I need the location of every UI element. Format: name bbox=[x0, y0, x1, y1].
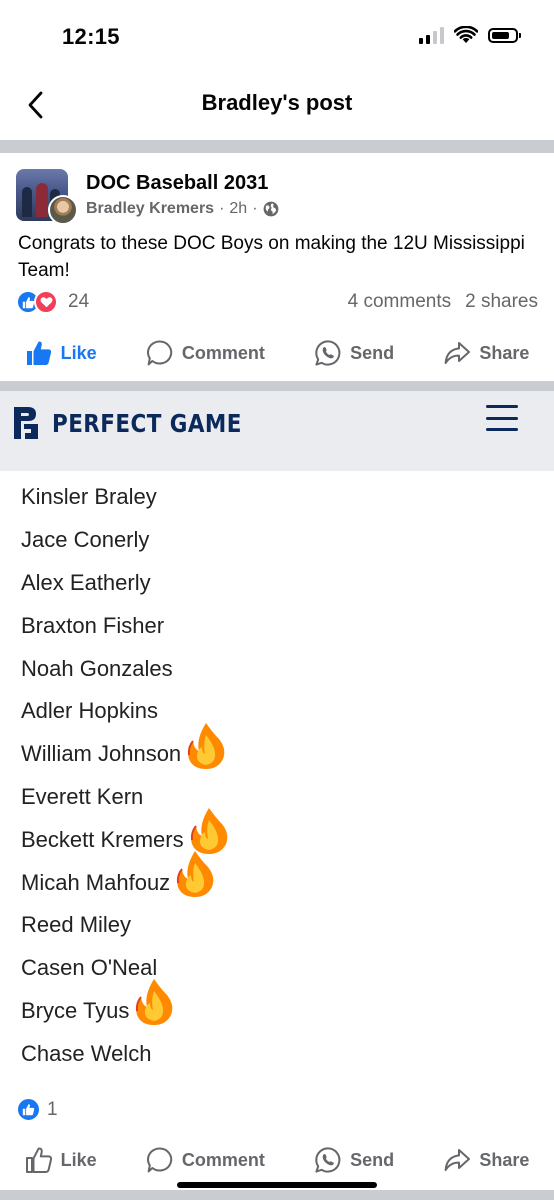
roster-item: Casen O'Neal bbox=[21, 947, 232, 990]
engagement-counts: 4 comments 2 shares bbox=[348, 291, 538, 313]
player-name: Bryce Tyus bbox=[21, 997, 130, 1023]
roster-item: Chase Welch bbox=[21, 1032, 232, 1075]
image-reaction-count: 1 bbox=[47, 1098, 58, 1120]
meta-separator: · bbox=[252, 200, 258, 217]
send-label: Send bbox=[350, 342, 395, 363]
roster-item: William Johnson bbox=[21, 722, 232, 776]
status-icons bbox=[419, 26, 521, 44]
reaction-count: 24 bbox=[68, 291, 90, 312]
meta-separator: · bbox=[219, 200, 225, 217]
group-name[interactable]: DOC Baseball 2031 bbox=[86, 172, 268, 195]
like-icon bbox=[26, 341, 51, 365]
post-text: Congrats to these DOC Boys on making the… bbox=[18, 233, 525, 281]
player-name: Everett Kern bbox=[21, 783, 144, 809]
player-name: Noah Gonzales bbox=[21, 655, 173, 681]
roster-item: Kinsler Braley bbox=[21, 476, 232, 519]
like-reaction-icon bbox=[16, 1097, 41, 1122]
post-action-bar: Like Comment Send Share bbox=[0, 331, 554, 375]
roster-item: Braxton Fisher bbox=[21, 604, 232, 647]
whatsapp-send-icon bbox=[315, 1147, 341, 1173]
share-icon bbox=[444, 1149, 471, 1171]
post-meta: Bradley Kremers · 2h · bbox=[86, 200, 279, 218]
roster-item: Bryce Tyus bbox=[21, 979, 232, 1033]
roster-item: Noah Gonzales bbox=[21, 647, 232, 690]
roster-item: Jace Conerly bbox=[21, 519, 232, 562]
fire-emoji-icon bbox=[131, 977, 177, 1040]
image-action-bar: Like Comment Send Share bbox=[0, 1138, 554, 1182]
post-time[interactable]: 2h bbox=[229, 200, 247, 218]
battery-icon bbox=[488, 27, 521, 43]
comment-count[interactable]: 4 comments bbox=[348, 291, 451, 313]
group-avatar[interactable] bbox=[16, 169, 78, 225]
whatsapp-send-icon bbox=[315, 340, 341, 366]
player-name: Kinsler Braley bbox=[21, 484, 157, 510]
comment-label: Comment bbox=[181, 1149, 265, 1170]
share-icon bbox=[444, 342, 471, 364]
player-name: Jace Conerly bbox=[21, 527, 150, 553]
share-label: Share bbox=[479, 342, 530, 363]
share-button[interactable]: Share bbox=[443, 1146, 529, 1174]
perfect-game-logo: PERFECT GAME bbox=[12, 405, 273, 441]
comment-label: Comment bbox=[181, 342, 265, 363]
like-label: Like bbox=[60, 1149, 97, 1170]
reactions-summary[interactable]: 24 4 comments 2 shares bbox=[16, 288, 538, 318]
like-icon bbox=[25, 1147, 52, 1173]
fire-emoji-icon bbox=[183, 721, 229, 784]
author-avatar bbox=[48, 195, 78, 225]
player-name: Beckett Kremers bbox=[21, 826, 184, 852]
player-name: Reed Miley bbox=[21, 912, 132, 938]
like-button[interactable]: Like bbox=[25, 1146, 97, 1174]
send-label: Send bbox=[350, 1149, 395, 1170]
pg-logo-mark-icon bbox=[14, 407, 38, 439]
player-name: Braxton Fisher bbox=[21, 612, 165, 638]
comment-button[interactable]: Comment bbox=[146, 339, 265, 367]
status-bar: 12:15 bbox=[0, 0, 554, 70]
page-title: Bradley's post bbox=[201, 90, 353, 115]
share-label: Share bbox=[479, 1149, 530, 1170]
send-button[interactable]: Send bbox=[314, 339, 394, 367]
author-name[interactable]: Bradley Kremers bbox=[86, 200, 214, 218]
roster-list: Kinsler Braley Jace Conerly Alex Eatherly B… bbox=[21, 476, 232, 1075]
send-button[interactable]: Send bbox=[314, 1146, 394, 1174]
share-count[interactable]: 2 shares bbox=[465, 291, 538, 313]
like-label: Like bbox=[60, 342, 97, 363]
image-reactions-summary[interactable]: 1 bbox=[16, 1097, 58, 1122]
roster-item: Micah Mahfouz bbox=[21, 851, 232, 904]
cellular-signal-icon bbox=[419, 26, 444, 44]
section-divider bbox=[0, 1190, 554, 1200]
roster-item: Alex Eatherly bbox=[21, 562, 232, 605]
section-divider bbox=[0, 381, 554, 391]
hamburger-menu-icon bbox=[486, 405, 518, 431]
post-header: DOC Baseball 2031 Bradley Kremers · 2h · bbox=[0, 155, 554, 225]
wifi-icon bbox=[454, 26, 478, 43]
perfect-game-banner: PERFECT GAME bbox=[0, 391, 554, 471]
comment-button[interactable]: Comment bbox=[146, 1146, 265, 1174]
like-button[interactable]: Like bbox=[25, 339, 97, 367]
comment-icon bbox=[146, 340, 172, 366]
perfect-game-wordmark: PERFECT GAME bbox=[52, 408, 242, 438]
player-name: Alex Eatherly bbox=[21, 569, 151, 595]
globe-icon bbox=[263, 201, 278, 217]
status-time: 12:15 bbox=[62, 24, 120, 49]
player-name: William Johnson bbox=[21, 741, 182, 767]
fire-emoji-icon bbox=[172, 849, 218, 912]
love-reaction-icon bbox=[34, 290, 58, 314]
nav-bar: Bradley's post bbox=[0, 70, 554, 140]
share-button[interactable]: Share bbox=[443, 339, 529, 367]
reaction-icons bbox=[16, 290, 58, 314]
home-indicator bbox=[177, 1182, 377, 1188]
player-name: Adler Hopkins bbox=[21, 698, 158, 724]
section-divider bbox=[0, 140, 554, 153]
player-name: Micah Mahfouz bbox=[21, 869, 171, 895]
comment-icon bbox=[146, 1147, 172, 1173]
